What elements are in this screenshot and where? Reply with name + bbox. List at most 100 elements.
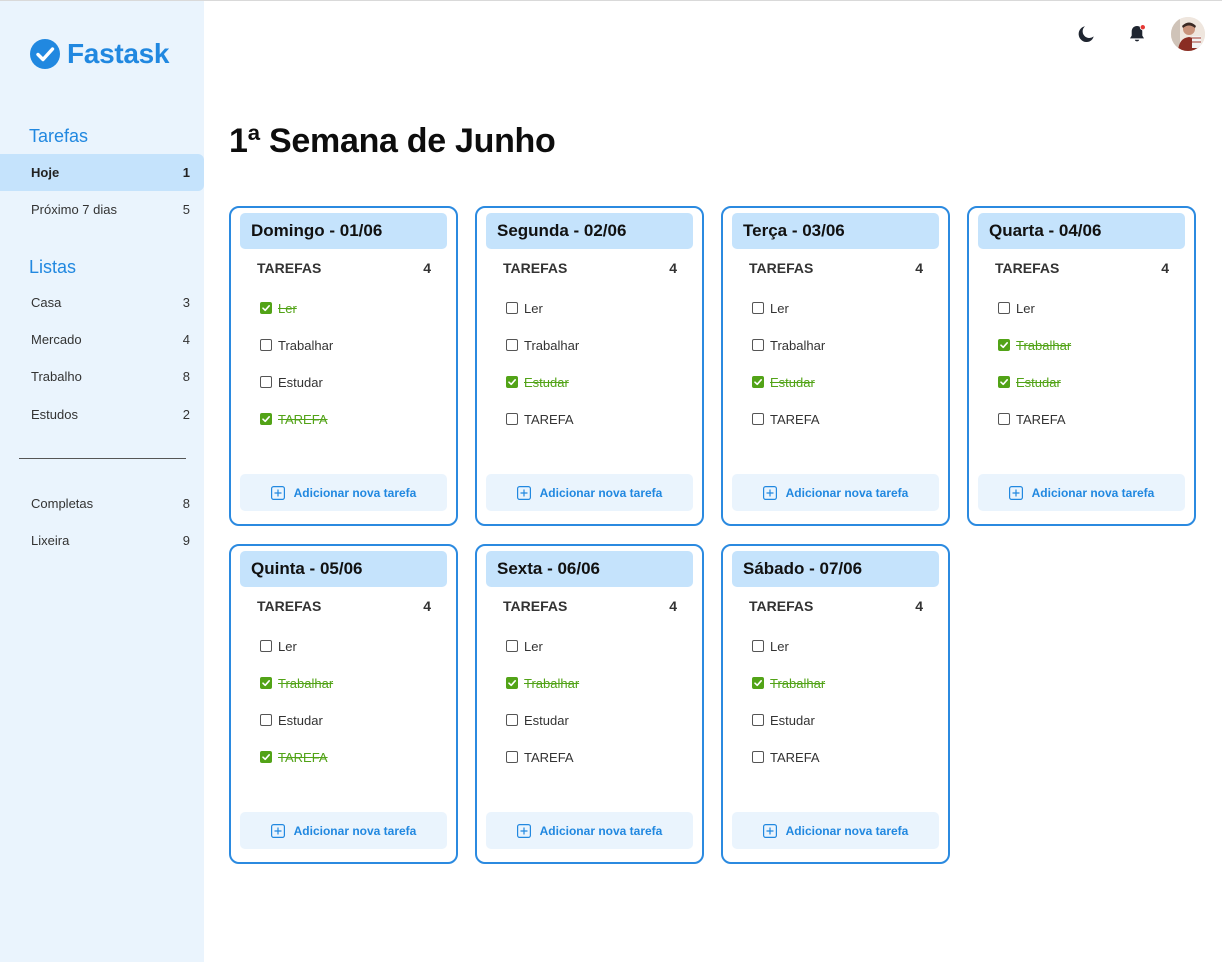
task-checkbox[interactable] bbox=[506, 413, 518, 425]
task-item[interactable]: Ler bbox=[506, 298, 543, 318]
task-label: TAREFA bbox=[524, 749, 574, 765]
sidebar-item-count: 3 bbox=[182, 295, 190, 310]
sidebar-item-label: Hoje bbox=[31, 165, 60, 180]
sidebar-item-label: Casa bbox=[31, 295, 62, 310]
task-checkbox[interactable] bbox=[752, 677, 764, 689]
sidebar-item-label: Completas bbox=[31, 496, 94, 511]
add-task-button[interactable]: Adicionar nova tarefa bbox=[732, 812, 939, 849]
plus-square-icon bbox=[516, 485, 531, 500]
moon-icon[interactable] bbox=[1075, 23, 1097, 45]
day-card-quinta: Quinta - 05/06 TAREFAS 4 Ler Trabalhar E… bbox=[229, 544, 458, 864]
plus-square-icon bbox=[270, 823, 285, 838]
task-item[interactable]: Trabalhar bbox=[506, 673, 579, 693]
add-task-label: Adicionar nova tarefa bbox=[539, 485, 663, 500]
task-checkbox[interactable] bbox=[260, 751, 272, 763]
task-checkbox[interactable] bbox=[260, 339, 272, 351]
sidebar-item-mercado[interactable]: Mercado 4 bbox=[0, 321, 204, 358]
task-item[interactable]: TAREFA bbox=[260, 409, 328, 429]
bell-icon[interactable] bbox=[1126, 23, 1148, 45]
day-card-title: Quarta - 04/06 bbox=[978, 213, 1185, 249]
task-checkbox[interactable] bbox=[260, 640, 272, 652]
task-item[interactable]: TAREFA bbox=[506, 409, 574, 429]
task-checkbox[interactable] bbox=[998, 302, 1010, 314]
task-item[interactable]: TAREFA bbox=[998, 409, 1066, 429]
task-item[interactable]: TAREFA bbox=[752, 409, 820, 429]
task-checkbox[interactable] bbox=[260, 376, 272, 388]
avatar[interactable] bbox=[1171, 17, 1205, 51]
task-label: Ler bbox=[278, 638, 297, 654]
add-task-button[interactable]: Adicionar nova tarefa bbox=[240, 812, 447, 849]
task-item[interactable]: Trabalhar bbox=[752, 673, 825, 693]
task-item[interactable]: TAREFA bbox=[752, 747, 820, 767]
task-item[interactable]: Ler bbox=[506, 636, 543, 656]
task-checkbox[interactable] bbox=[998, 376, 1010, 388]
task-checkbox[interactable] bbox=[506, 339, 518, 351]
task-item[interactable]: Estudar bbox=[260, 710, 323, 730]
check-icon bbox=[508, 680, 516, 687]
sidebar-item-count: 8 bbox=[182, 496, 190, 511]
task-item[interactable]: Trabalhar bbox=[260, 335, 333, 355]
add-task-button[interactable]: Adicionar nova tarefa bbox=[732, 474, 939, 511]
task-label: Trabalhar bbox=[278, 675, 334, 691]
task-item[interactable]: Ler bbox=[752, 298, 789, 318]
add-task-button[interactable]: Adicionar nova tarefa bbox=[978, 474, 1185, 511]
sidebar-item-completas[interactable]: Completas 8 bbox=[0, 485, 204, 522]
task-item[interactable]: Trabalhar bbox=[506, 335, 579, 355]
task-item[interactable]: TAREFA bbox=[506, 747, 574, 767]
task-checkbox[interactable] bbox=[506, 302, 518, 314]
sidebar-item-casa[interactable]: Casa 3 bbox=[0, 284, 204, 321]
task-checkbox[interactable] bbox=[506, 376, 518, 388]
add-task-button[interactable]: Adicionar nova tarefa bbox=[486, 812, 693, 849]
task-item[interactable]: Estudar bbox=[752, 372, 815, 392]
task-checkbox[interactable] bbox=[752, 302, 764, 314]
tasks-label: TAREFAS bbox=[749, 598, 814, 614]
tasks-label: TAREFAS bbox=[503, 260, 568, 276]
sidebar-item-label: Mercado bbox=[31, 332, 82, 347]
sidebar-item-count: 5 bbox=[182, 202, 190, 217]
task-checkbox[interactable] bbox=[506, 751, 518, 763]
task-checkbox[interactable] bbox=[506, 714, 518, 726]
task-checkbox[interactable] bbox=[752, 413, 764, 425]
task-checkbox[interactable] bbox=[752, 640, 764, 652]
task-checkbox[interactable] bbox=[260, 714, 272, 726]
task-checkbox[interactable] bbox=[506, 677, 518, 689]
day-card-title: Domingo - 01/06 bbox=[240, 213, 447, 249]
task-item[interactable]: Estudar bbox=[998, 372, 1061, 392]
task-item[interactable]: Estudar bbox=[752, 710, 815, 730]
check-icon bbox=[508, 379, 516, 386]
plus-square-icon bbox=[762, 823, 777, 838]
task-checkbox[interactable] bbox=[506, 640, 518, 652]
task-checkbox[interactable] bbox=[752, 714, 764, 726]
task-item[interactable]: Ler bbox=[998, 298, 1035, 318]
sidebar-item-lixeira[interactable]: Lixeira 9 bbox=[0, 522, 204, 559]
task-checkbox[interactable] bbox=[260, 413, 272, 425]
task-checkbox[interactable] bbox=[752, 339, 764, 351]
task-item[interactable]: Estudar bbox=[506, 372, 569, 392]
task-item[interactable]: Estudar bbox=[506, 710, 569, 730]
task-item[interactable]: Trabalhar bbox=[998, 335, 1071, 355]
task-checkbox[interactable] bbox=[998, 339, 1010, 351]
task-checkbox[interactable] bbox=[752, 751, 764, 763]
day-card-domingo: Domingo - 01/06 TAREFAS 4 Ler Trabalhar bbox=[229, 206, 458, 526]
task-item[interactable]: Trabalhar bbox=[260, 673, 333, 693]
task-checkbox[interactable] bbox=[752, 376, 764, 388]
task-item[interactable]: Ler bbox=[260, 636, 297, 656]
task-checkbox[interactable] bbox=[260, 677, 272, 689]
add-task-button[interactable]: Adicionar nova tarefa bbox=[486, 474, 693, 511]
task-item[interactable]: Trabalhar bbox=[752, 335, 825, 355]
task-label: TAREFA bbox=[1016, 411, 1066, 427]
sidebar-item-estudos[interactable]: Estudos 2 bbox=[0, 396, 204, 433]
add-task-button[interactable]: Adicionar nova tarefa bbox=[240, 474, 447, 511]
sidebar-item-trabalho[interactable]: Trabalho 8 bbox=[0, 358, 204, 395]
task-item[interactable]: Ler bbox=[752, 636, 789, 656]
sidebar-item-proximo-7-dias[interactable]: Próximo 7 dias 5 bbox=[0, 191, 204, 228]
task-item[interactable]: TAREFA bbox=[260, 747, 328, 767]
task-item[interactable]: Ler bbox=[260, 298, 297, 318]
task-checkbox[interactable] bbox=[998, 413, 1010, 425]
task-item[interactable]: Estudar bbox=[260, 372, 323, 392]
task-checkbox[interactable] bbox=[260, 302, 272, 314]
app-logo[interactable]: Fastask bbox=[30, 38, 170, 70]
check-icon bbox=[262, 680, 270, 687]
sidebar-item-hoje[interactable]: Hoje 1 bbox=[0, 154, 204, 191]
app-name: Fastask bbox=[67, 38, 170, 69]
